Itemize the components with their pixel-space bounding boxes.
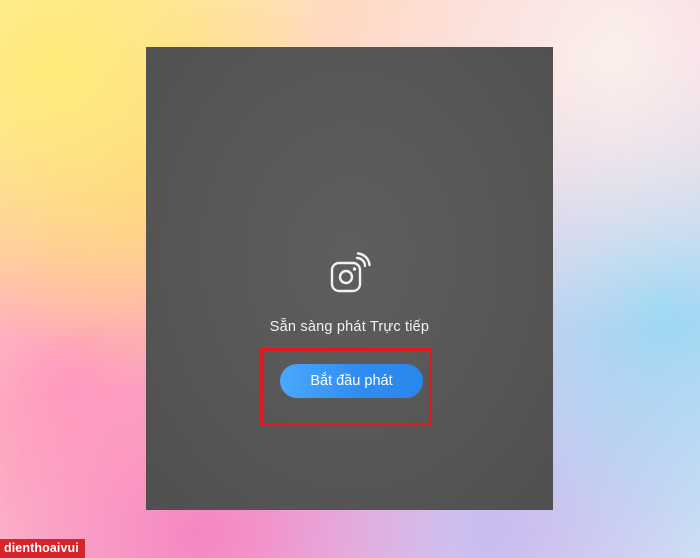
start-live-button[interactable]: Bắt đầu phát [280, 364, 423, 398]
ready-to-go-live-text: Sẵn sàng phát Trực tiếp [269, 319, 430, 335]
live-camera-broadcast-icon [330, 252, 371, 293]
live-setup-screen: Sẵn sàng phát Trực tiếp Bắt đầu phát [146, 47, 553, 510]
watermark-logo: dienthoaivui [0, 539, 85, 558]
